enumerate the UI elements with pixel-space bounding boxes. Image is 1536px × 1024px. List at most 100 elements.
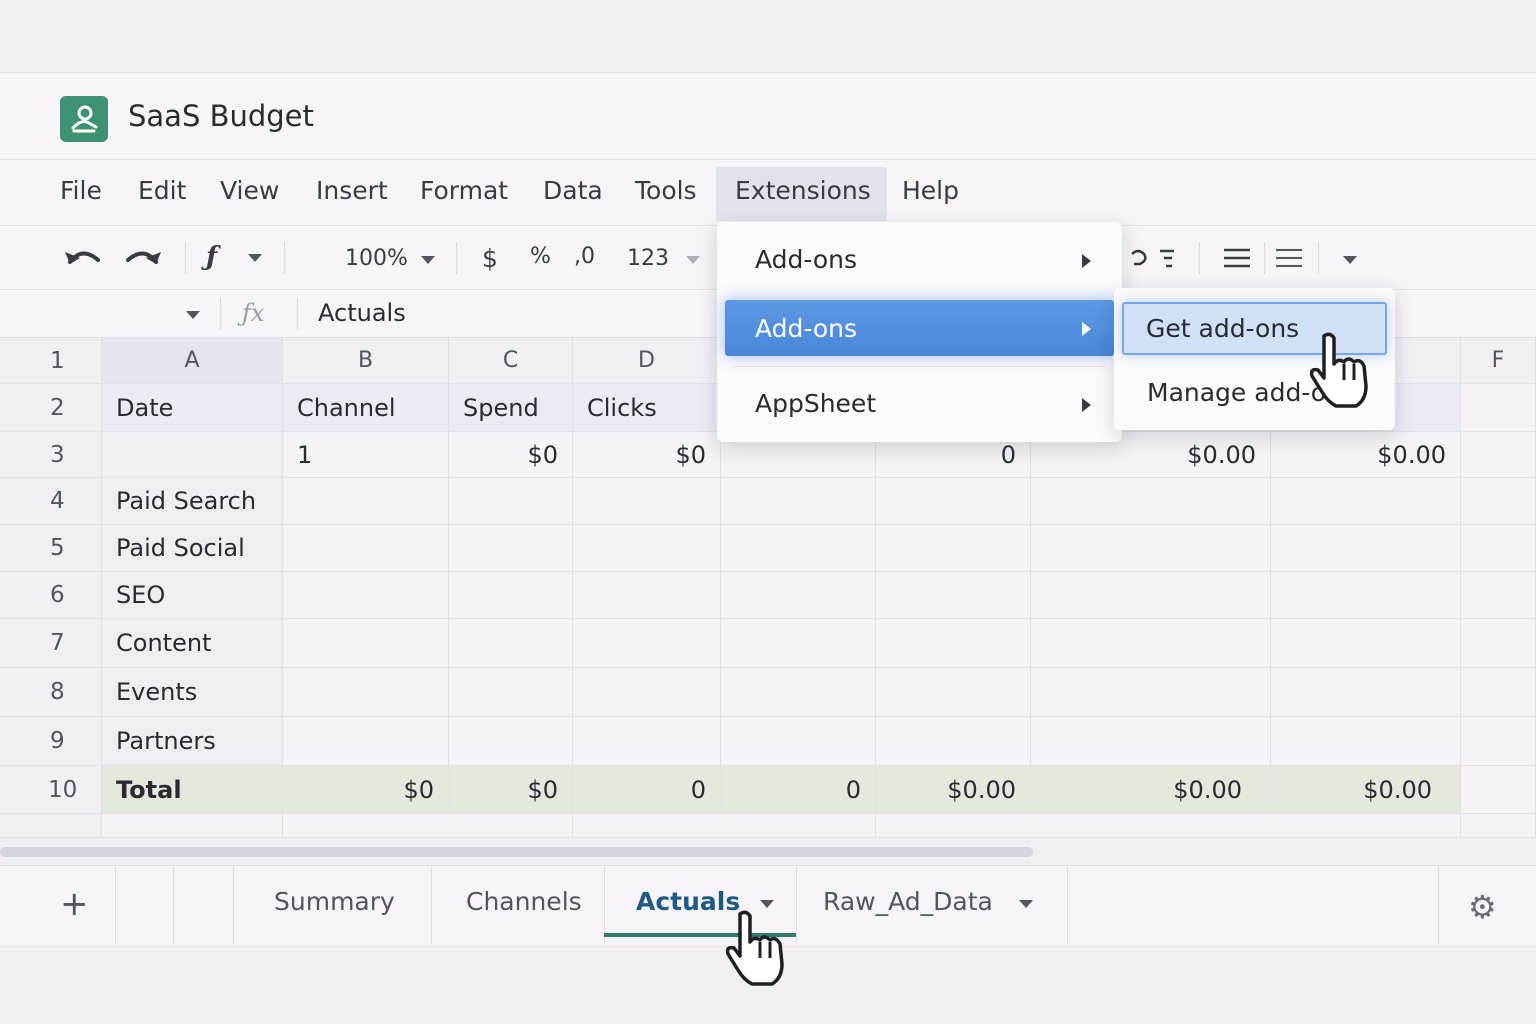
grid-cell[interactable] xyxy=(573,619,721,668)
grid-cell[interactable] xyxy=(1031,717,1271,766)
row-header-4[interactable]: 4 xyxy=(0,478,102,525)
more-tools-caret-icon[interactable] xyxy=(1343,256,1357,264)
cell-i10[interactable]: $0.00 xyxy=(1271,766,1461,814)
grid-cell[interactable] xyxy=(1271,668,1461,717)
cell-d2[interactable]: Clicks xyxy=(573,384,721,432)
grid-cell[interactable] xyxy=(283,478,449,525)
text-wrap-icon[interactable] xyxy=(1128,246,1178,276)
cell-c10[interactable]: $0 xyxy=(449,766,573,814)
ext-menu-item-addons[interactable]: Add-ons xyxy=(755,245,857,274)
grid-cell[interactable] xyxy=(876,619,1031,668)
grid-cell[interactable] xyxy=(1461,668,1536,717)
grid-cell[interactable] xyxy=(283,619,449,668)
cell-e10[interactable]: 0 xyxy=(721,766,876,814)
cell-b2[interactable]: Channel xyxy=(283,384,449,432)
row-header-6[interactable]: 6 xyxy=(0,572,102,619)
grid-cell[interactable] xyxy=(1031,525,1271,572)
horizontal-scrollbar[interactable] xyxy=(0,847,1033,857)
grid-cell[interactable] xyxy=(1031,619,1271,668)
cell-c2[interactable]: Spend xyxy=(449,384,573,432)
menu-help[interactable]: Help xyxy=(902,176,959,205)
grid-cell[interactable] xyxy=(573,668,721,717)
formula-input[interactable]: Actuals xyxy=(318,299,406,327)
grid-cell[interactable] xyxy=(283,572,449,619)
column-header-d[interactable]: D xyxy=(573,338,721,384)
grid-cell[interactable] xyxy=(1461,717,1536,766)
cell-f2[interactable] xyxy=(1461,384,1536,432)
grid-cell[interactable] xyxy=(1271,717,1461,766)
grid-cell[interactable] xyxy=(283,717,449,766)
cell-b11[interactable] xyxy=(283,814,573,838)
ext-menu-item-addons-highlighted[interactable]: Add-ons xyxy=(755,314,857,343)
menu-tools[interactable]: Tools xyxy=(635,176,697,205)
cell-a4[interactable]: Paid Search xyxy=(102,478,283,525)
grid-cell[interactable] xyxy=(876,478,1031,525)
menu-insert[interactable]: Insert xyxy=(316,176,388,205)
cell-a11[interactable] xyxy=(102,814,283,838)
grid-cell[interactable] xyxy=(721,717,876,766)
cell-a6[interactable]: SEO xyxy=(102,572,283,619)
grid-cell[interactable] xyxy=(1461,478,1536,525)
row-header-2[interactable]: 2 xyxy=(0,384,102,432)
cell-c3[interactable]: $0 xyxy=(449,432,573,478)
cell-b10[interactable]: $0 xyxy=(283,766,449,814)
column-header-c[interactable]: C xyxy=(449,338,573,384)
submenu-get-addons[interactable]: Get add-ons xyxy=(1146,314,1299,343)
cell-a3[interactable] xyxy=(102,432,283,478)
grid-cell[interactable] xyxy=(721,619,876,668)
grid-cell[interactable] xyxy=(721,525,876,572)
cell-f10[interactable] xyxy=(1461,766,1536,814)
tab-raw-ad-data-menu-caret-icon[interactable] xyxy=(1019,900,1033,908)
row-header-7[interactable]: 7 xyxy=(0,619,102,668)
grid-cell[interactable] xyxy=(1271,478,1461,525)
decimal-format-button[interactable]: ,0 xyxy=(574,244,595,269)
row-header-10[interactable]: 10 xyxy=(0,766,102,814)
add-sheet-icon[interactable]: + xyxy=(60,884,89,924)
grid-cell[interactable] xyxy=(1271,525,1461,572)
grid-cell[interactable] xyxy=(283,668,449,717)
grid-cell[interactable] xyxy=(573,572,721,619)
grid-cell[interactable] xyxy=(449,572,573,619)
grid-cell[interactable] xyxy=(1461,619,1536,668)
tab-summary[interactable]: Summary xyxy=(274,887,395,916)
grid-cell[interactable] xyxy=(721,668,876,717)
cell-i3[interactable]: $0.00 xyxy=(1271,432,1461,478)
row-header-11[interactable] xyxy=(0,814,102,838)
row-header-9[interactable]: 9 xyxy=(0,717,102,766)
grid-cell[interactable] xyxy=(449,717,573,766)
row-header-3[interactable]: 3 xyxy=(0,432,102,478)
currency-format-button[interactable]: $ xyxy=(482,244,498,273)
cell-f3[interactable] xyxy=(1461,432,1536,478)
cell-a5[interactable]: Paid Social xyxy=(102,525,283,572)
grid-cell[interactable] xyxy=(1031,668,1271,717)
function-dropdown-caret-icon[interactable] xyxy=(248,254,262,262)
menu-extensions[interactable]: Extensions xyxy=(735,176,871,205)
zoom-select[interactable]: 100% xyxy=(345,246,408,271)
undo-icon[interactable] xyxy=(62,242,104,276)
tab-raw-ad-data[interactable]: Raw_Ad_Data xyxy=(823,887,993,916)
grid-cell[interactable] xyxy=(876,717,1031,766)
settings-gear-icon[interactable]: ⚙ xyxy=(1468,888,1497,926)
grid-cell[interactable] xyxy=(573,478,721,525)
grid-cell[interactable] xyxy=(1461,525,1536,572)
grid-cell[interactable] xyxy=(876,668,1031,717)
cell-a9[interactable]: Partners xyxy=(102,717,283,766)
menu-file[interactable]: File xyxy=(60,176,102,205)
column-header-a[interactable]: A xyxy=(102,338,283,384)
grid-cell[interactable] xyxy=(876,572,1031,619)
zoom-dropdown-caret-icon[interactable] xyxy=(421,256,435,264)
document-title[interactable]: SaaS Budget xyxy=(128,99,314,133)
sheets-logo-icon[interactable] xyxy=(60,96,108,142)
cell-b3[interactable]: 1 xyxy=(283,432,449,478)
cell-a7[interactable]: Content xyxy=(102,619,283,668)
align-justify-icon[interactable] xyxy=(1274,246,1304,274)
grid-cell[interactable] xyxy=(721,572,876,619)
row-header-8[interactable]: 8 xyxy=(0,668,102,717)
cell-h10[interactable]: $0.00 xyxy=(1031,766,1271,814)
name-box-caret-icon[interactable] xyxy=(186,311,200,319)
menu-view[interactable]: View xyxy=(220,176,279,205)
grid-cell[interactable] xyxy=(1031,478,1271,525)
tab-actuals-menu-caret-icon[interactable] xyxy=(760,900,774,908)
row-header-5[interactable]: 5 xyxy=(0,525,102,572)
grid-cell[interactable] xyxy=(876,525,1031,572)
